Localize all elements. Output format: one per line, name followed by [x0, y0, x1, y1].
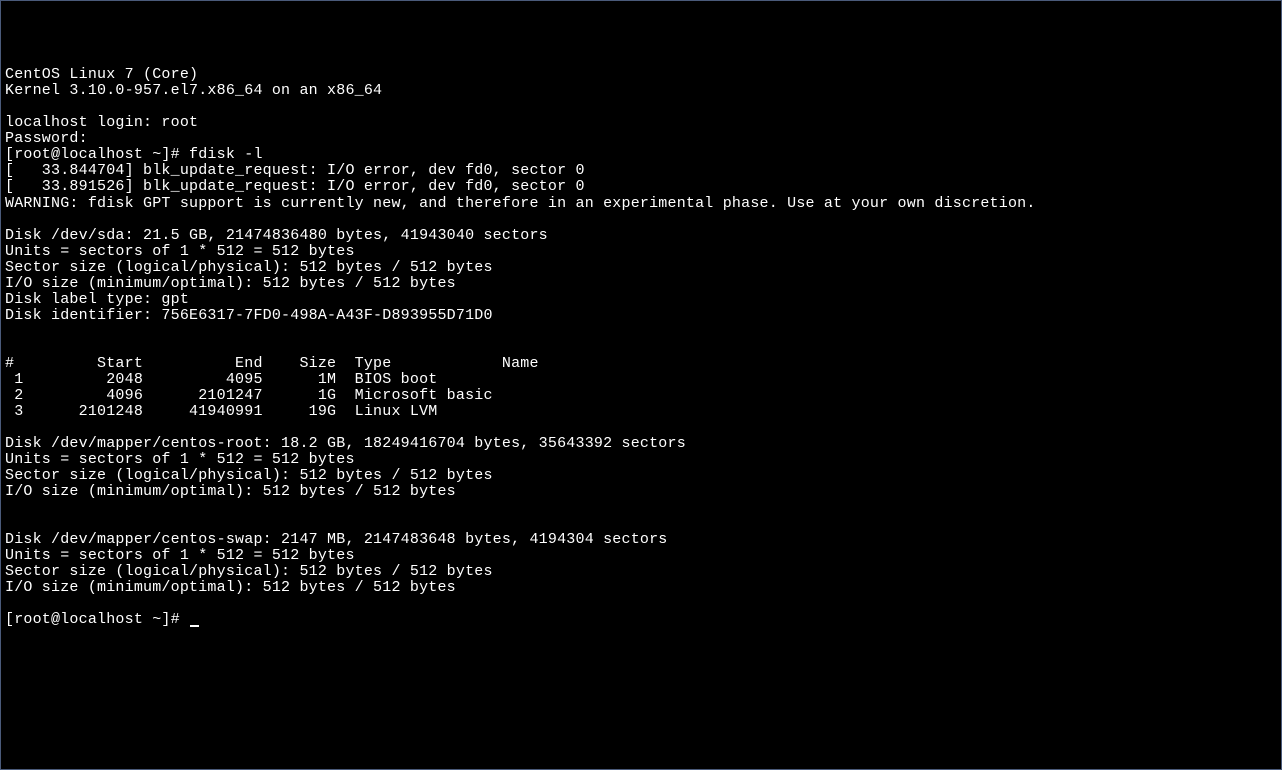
terminal-line: 3 2101248 41940991 19G Linux LVM — [5, 404, 1277, 420]
terminal-line: CentOS Linux 7 (Core) — [5, 67, 1277, 83]
terminal-line: Units = sectors of 1 * 512 = 512 bytes — [5, 548, 1277, 564]
terminal-line: WARNING: fdisk GPT support is currently … — [5, 196, 1277, 212]
terminal-line: Units = sectors of 1 * 512 = 512 bytes — [5, 452, 1277, 468]
terminal-line: 1 2048 4095 1M BIOS boot — [5, 372, 1277, 388]
terminal-line: 2 4096 2101247 1G Microsoft basic — [5, 388, 1277, 404]
terminal-line — [5, 99, 1277, 115]
terminal-line: Kernel 3.10.0-957.el7.x86_64 on an x86_6… — [5, 83, 1277, 99]
terminal-line: I/O size (minimum/optimal): 512 bytes / … — [5, 276, 1277, 292]
cursor-icon — [190, 625, 199, 627]
terminal-prompt: [root@localhost ~]# — [5, 611, 189, 628]
terminal-line — [5, 500, 1277, 516]
terminal-line: [ 33.891526] blk_update_request: I/O err… — [5, 179, 1277, 195]
terminal-line: Disk label type: gpt — [5, 292, 1277, 308]
terminal-line: Sector size (logical/physical): 512 byte… — [5, 564, 1277, 580]
terminal-line: [ 33.844704] blk_update_request: I/O err… — [5, 163, 1277, 179]
terminal-line: localhost login: root — [5, 115, 1277, 131]
terminal-line — [5, 212, 1277, 228]
terminal-screen[interactable]: CentOS Linux 7 (Core)Kernel 3.10.0-957.e… — [5, 67, 1277, 628]
terminal-line: Disk /dev/sda: 21.5 GB, 21474836480 byte… — [5, 228, 1277, 244]
terminal-line: [root@localhost ~]# fdisk -l — [5, 147, 1277, 163]
terminal-line: Disk identifier: 756E6317-7FD0-498A-A43F… — [5, 308, 1277, 324]
terminal-line: Units = sectors of 1 * 512 = 512 bytes — [5, 244, 1277, 260]
terminal-line: Sector size (logical/physical): 512 byte… — [5, 260, 1277, 276]
terminal-line: Sector size (logical/physical): 512 byte… — [5, 468, 1277, 484]
terminal-line: Disk /dev/mapper/centos-swap: 2147 MB, 2… — [5, 532, 1277, 548]
terminal-line: I/O size (minimum/optimal): 512 bytes / … — [5, 580, 1277, 596]
terminal-line: I/O size (minimum/optimal): 512 bytes / … — [5, 484, 1277, 500]
terminal-line — [5, 420, 1277, 436]
terminal-line — [5, 516, 1277, 532]
terminal-line: Password: — [5, 131, 1277, 147]
terminal-line — [5, 340, 1277, 356]
terminal-prompt-line[interactable]: [root@localhost ~]# — [5, 612, 1277, 628]
terminal-line: Disk /dev/mapper/centos-root: 18.2 GB, 1… — [5, 436, 1277, 452]
terminal-line: # Start End Size Type Name — [5, 356, 1277, 372]
terminal-line — [5, 596, 1277, 612]
terminal-line — [5, 324, 1277, 340]
